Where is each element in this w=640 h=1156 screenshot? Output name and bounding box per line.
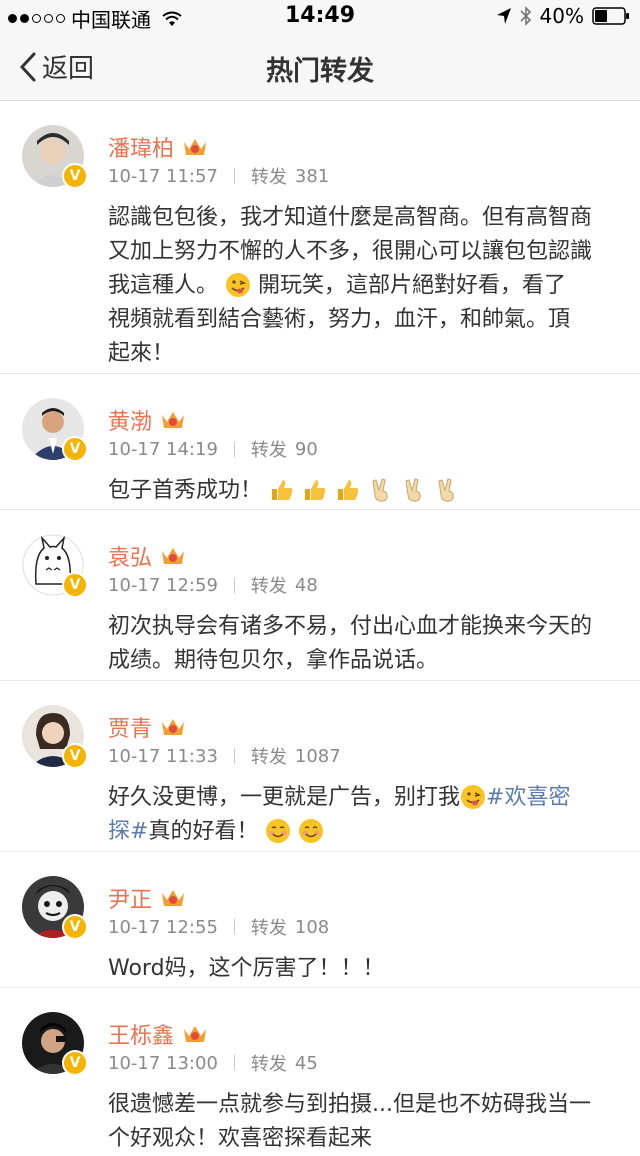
post-text: 好久没更博，一更就是广告，别打我 #欢喜密 探#真的好看！: [108, 785, 571, 844]
page-title: 热门转发: [266, 56, 374, 87]
tongue-face-emoji-icon: [461, 785, 486, 809]
avatar[interactable]: V: [22, 125, 88, 189]
post-meta: 10-17 12:55 转发 108: [108, 914, 329, 940]
thumbs-up-emoji-icon: [272, 480, 293, 500]
repost-label: 转发: [250, 747, 287, 768]
post-time: 10-17 11:57: [108, 165, 218, 187]
post-meta: 10-17 11:33 转发 1087: [108, 743, 341, 769]
post-meta: 10-17 11:57 转发 381: [108, 163, 329, 189]
post-meta: 10-17 13:00 转发 45: [108, 1050, 318, 1076]
crown-icon: [184, 1026, 207, 1042]
verified-badge-icon: V: [62, 914, 88, 940]
post-time: 10-17 12:59: [108, 574, 218, 596]
battery-percent: 40%: [539, 4, 584, 28]
victory-hand-emoji-icon: [438, 478, 454, 502]
smiling-face-emoji-icon: [299, 819, 324, 843]
navigation-bar: 返回 热门转发: [0, 34, 640, 101]
avatar[interactable]: V: [22, 398, 88, 462]
list-item[interactable]: V 黄渤 10-17 14:19 转发 90 包子首秀成功！: [0, 374, 640, 510]
thumbs-up-emoji-icon: [338, 480, 359, 500]
post-time: 10-17 14:19: [108, 438, 218, 460]
verified-badge-icon: V: [62, 1050, 88, 1076]
post-text: 包子首秀成功！: [108, 474, 623, 508]
post-meta: 10-17 12:59 转发 48: [108, 572, 318, 598]
user-name[interactable]: 贾青: [108, 711, 152, 743]
post-text: 很遗憾差一点就参与到拍摄...但是也不妨碍我当一 个好观众！欢喜密探看起来: [108, 1092, 591, 1151]
user-name[interactable]: 王栎鑫: [108, 1018, 174, 1050]
battery-icon: [592, 7, 629, 25]
repost-count: 90: [294, 438, 318, 460]
repost-count: 1087: [294, 745, 341, 767]
crown-icon: [162, 548, 185, 564]
post-time: 10-17 12:55: [108, 916, 218, 938]
crown-icon: [162, 412, 185, 428]
list-item[interactable]: V 贾青 10-17 11:33 转发 1087 好久没更博，一更就是广告，别打…: [0, 681, 640, 852]
victory-hand-emoji-icon: [372, 478, 388, 502]
verified-badge-icon: V: [62, 743, 88, 769]
user-name[interactable]: 潘瑋柏: [108, 131, 174, 163]
bluetooth-icon: [519, 6, 531, 26]
list-item[interactable]: V 袁弘 10-17 12:59 转发 48 初次执导会有诸多不易，付出心血才能…: [0, 510, 640, 681]
repost-count: 381: [294, 165, 330, 187]
repost-label: 转发: [250, 167, 287, 188]
avatar[interactable]: V: [22, 1012, 88, 1076]
victory-hand-emoji-icon: [405, 478, 421, 502]
repost-count: 45: [294, 1052, 318, 1074]
list-item[interactable]: V 尹正 10-17 12:55 转发 108 Word妈，这个厉害了！！！: [0, 852, 640, 988]
hashtag-link[interactable]: #欢喜密: [486, 785, 570, 810]
location-arrow-icon: [496, 8, 511, 24]
status-bar: 中国联通 14:49 40%: [0, 0, 640, 34]
post-text: Word妈，这个厉害了！！！: [108, 956, 385, 981]
verified-badge-icon: V: [62, 163, 88, 189]
repost-count: 48: [294, 574, 318, 596]
verified-badge-icon: V: [62, 572, 88, 598]
list-item[interactable]: V 潘瑋柏 10-17 11:57 转发 381 認識包包後，我才知道什麼是高智…: [0, 101, 640, 374]
tongue-face-emoji-icon: [226, 273, 251, 297]
user-name[interactable]: 尹正: [108, 882, 152, 914]
post-time: 10-17 11:33: [108, 745, 218, 767]
avatar[interactable]: V: [22, 534, 88, 598]
smiling-face-emoji-icon: [266, 819, 291, 843]
user-name[interactable]: 黄渤: [108, 404, 152, 436]
crown-icon: [184, 139, 207, 155]
verified-badge-icon: V: [62, 436, 88, 462]
avatar[interactable]: V: [22, 876, 88, 940]
post-text: 初次执导会有诸多不易，付出心血才能换来今天的 成绩。期待包贝尔，拿作品说话。: [108, 614, 593, 673]
list-item[interactable]: V 王栎鑫 10-17 13:00 转发 45 很遗憾差一点就参与到拍摄...但…: [0, 988, 640, 1151]
repost-list: V 潘瑋柏 10-17 11:57 转发 381 認識包包後，我才知道什麼是高智…: [0, 101, 640, 1151]
repost-label: 转发: [250, 576, 287, 597]
repost-label: 转发: [250, 918, 287, 939]
hashtag-link[interactable]: 探#: [108, 819, 148, 844]
avatar[interactable]: V: [22, 705, 88, 769]
crown-icon: [162, 890, 185, 906]
system-indicators: 40%: [496, 4, 630, 28]
post-time: 10-17 13:00: [108, 1052, 218, 1074]
repost-label: 转发: [250, 1054, 287, 1075]
crown-icon: [162, 719, 185, 735]
post-meta: 10-17 14:19 转发 90: [108, 436, 318, 462]
post-text: 認識包包後，我才知道什麼是高智商。但有高智商 又加上努力不懈的人不多，很開心可以…: [108, 205, 593, 366]
repost-count: 108: [294, 916, 330, 938]
thumbs-up-emoji-icon: [305, 480, 326, 500]
repost-label: 转发: [250, 440, 287, 461]
user-name[interactable]: 袁弘: [108, 540, 152, 572]
